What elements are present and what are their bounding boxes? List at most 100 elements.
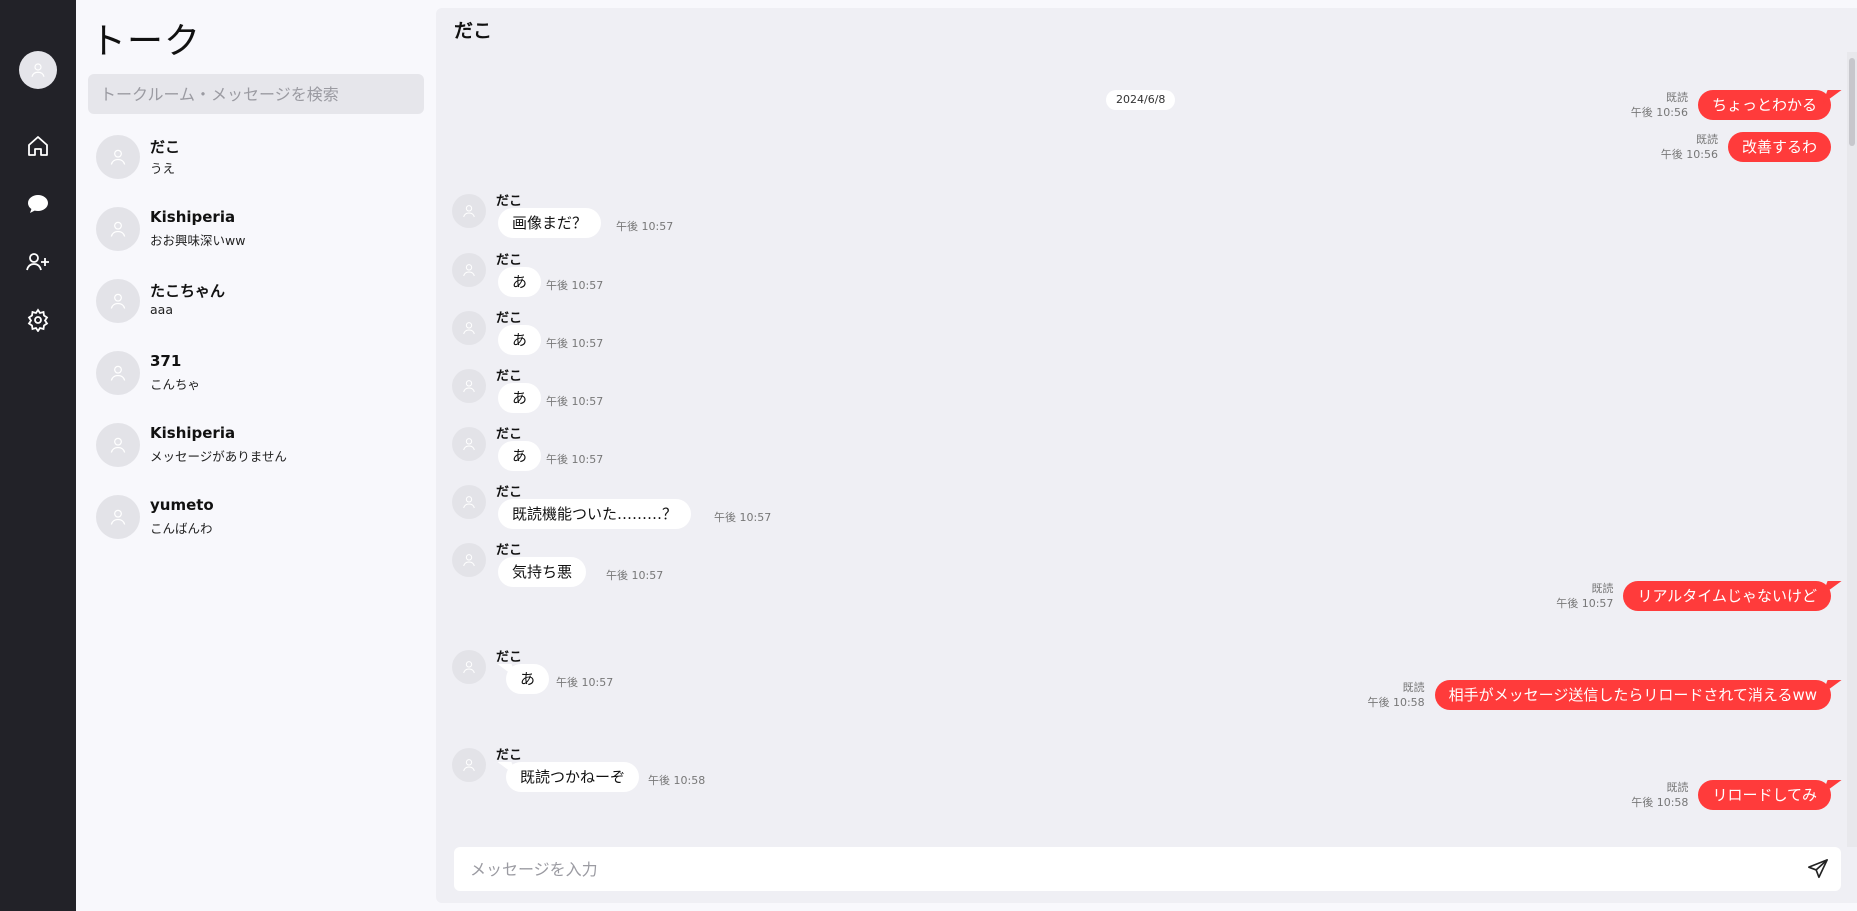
chat-title: だこ: [454, 20, 493, 42]
message-bubble[interactable]: あ: [498, 383, 542, 413]
incoming-message: だこあ午後 10:57: [452, 650, 1152, 700]
message-meta: 既読午後 10:56: [1631, 90, 1688, 120]
room-last-message: おお興味深いww: [150, 233, 246, 248]
user-icon: [463, 205, 475, 218]
room-name: 371: [150, 352, 182, 370]
message-input[interactable]: [470, 847, 1790, 891]
avatar[interactable]: [452, 543, 486, 577]
message-bubble[interactable]: 画像まだ？: [498, 208, 602, 238]
room-name: Kishiperia: [150, 208, 236, 226]
room-last-message: こんばんわ: [150, 521, 213, 536]
avatar[interactable]: [452, 194, 486, 228]
incoming-message: だこあ午後 10:57: [452, 427, 1152, 477]
read-receipt: 既読: [1591, 582, 1614, 595]
room-list-item[interactable]: 371 こんちゃ: [76, 340, 436, 412]
avatar[interactable]: [452, 311, 486, 345]
message-time: 午後 10:57: [616, 220, 674, 233]
add-friend-button[interactable]: [18, 242, 58, 282]
user-icon: [110, 149, 126, 165]
message-bubble[interactable]: あ: [506, 664, 550, 694]
message-bubble[interactable]: リアルタイムじゃないけど: [1623, 581, 1831, 611]
sender-name: だこ: [496, 485, 523, 500]
avatar[interactable]: [452, 650, 486, 684]
sender-name: だこ: [496, 194, 523, 209]
incoming-message: だこ 既読つかねーぞ 午後 10:58: [452, 748, 1152, 798]
avatar[interactable]: [452, 427, 486, 461]
avatar[interactable]: [452, 253, 486, 287]
room-list-item[interactable]: だこ うえ: [76, 124, 436, 196]
message-bubble[interactable]: 既読機能ついた………？: [498, 499, 692, 529]
message-time: 午後 10:56: [1630, 106, 1688, 119]
talk-list-title: トーク: [90, 21, 202, 62]
message-bubble[interactable]: あ: [498, 267, 542, 297]
profile-avatar-button[interactable]: [18, 50, 58, 90]
message-bubble[interactable]: 相手がメッセージ送信したらリロードされて消えるww: [1434, 680, 1831, 710]
talk-search-input[interactable]: [88, 74, 424, 114]
user-icon: [110, 293, 126, 309]
incoming-message: だこ 既読機能ついた………？ 午後 10:57: [452, 485, 1152, 535]
message-scrollbar[interactable]: [1847, 52, 1857, 847]
outgoing-message: 既読 午後 10:58 相手がメッセージ送信したらリロードされて消えるww: [1367, 680, 1831, 710]
message-bubble[interactable]: あ: [498, 325, 542, 355]
room-name: Kishiperia: [150, 424, 236, 442]
avatar: [96, 207, 140, 251]
user-icon: [463, 759, 475, 772]
avatar: [96, 495, 140, 539]
message-bubble[interactable]: あ: [498, 441, 542, 471]
user-icon: [463, 322, 475, 335]
room-list-item[interactable]: たこちゃん aaa: [76, 268, 436, 340]
room-name: たこちゃん: [150, 282, 226, 300]
add-friend-icon: [26, 253, 49, 271]
message-bubble[interactable]: ちょっとわかる: [1697, 90, 1831, 120]
read-receipt: 既読: [1666, 781, 1689, 794]
room-list-item[interactable]: Kishiperia おお興味深いww: [76, 196, 436, 268]
avatar[interactable]: [452, 485, 486, 519]
message-time: 午後 10:58: [1367, 696, 1425, 709]
incoming-message: だこあ午後 10:57: [452, 253, 1152, 303]
message-time: 午後 10:57: [546, 453, 604, 466]
message-time: 午後 10:57: [546, 337, 604, 350]
user-icon: [463, 661, 475, 674]
chat-area: だこ 2024/6/8 既読 午後 10:56 ちょっとわかる 既読 午後 10:56 改…: [436, 8, 1857, 903]
sender-name: だこ: [496, 253, 523, 268]
settings-button[interactable]: [18, 300, 58, 340]
message-bubble[interactable]: 改善するわ: [1727, 132, 1831, 162]
outgoing-message: 既読 午後 10:58 リロードしてみ: [1631, 780, 1831, 810]
user-icon: [110, 221, 126, 237]
room-last-message: aaa: [150, 302, 173, 317]
message-time: 午後 10:57: [546, 279, 604, 292]
sender-name: だこ: [496, 748, 523, 763]
message-time: 午後 10:57: [714, 511, 772, 524]
user-icon: [110, 437, 126, 453]
read-receipt: 既読: [1665, 91, 1688, 104]
incoming-message: だこ 画像まだ？ 午後 10:57: [452, 194, 1152, 244]
outgoing-message: 既読 午後 10:56 改善するわ: [1661, 132, 1831, 162]
message-time: 午後 10:57: [1556, 597, 1614, 610]
user-icon: [19, 51, 57, 89]
nav-rail: [0, 0, 76, 911]
message-bubble[interactable]: 既読つかねーぞ: [506, 762, 640, 792]
message-time: 午後 10:57: [546, 395, 604, 408]
read-receipt: 既読: [1695, 133, 1718, 146]
room-list-item[interactable]: Kishiperia メッセージがありません: [76, 412, 436, 484]
user-icon: [463, 554, 475, 567]
scrollbar-thumb[interactable]: [1849, 58, 1855, 146]
talk-button[interactable]: [18, 184, 58, 224]
user-icon: [110, 509, 126, 525]
room-list-item[interactable]: yumeto こんばんわ: [76, 484, 436, 556]
sender-name: だこ: [496, 650, 523, 665]
avatar[interactable]: [452, 748, 486, 782]
user-icon: [463, 264, 475, 277]
message-bubble[interactable]: リロードしてみ: [1698, 780, 1831, 810]
chat-bubble-icon: [28, 195, 48, 213]
sender-name: だこ: [496, 543, 523, 558]
message-composer: [454, 847, 1841, 891]
room-name: だこ: [150, 138, 181, 156]
message-bubble[interactable]: 気持ち悪: [498, 557, 587, 587]
avatar: [96, 279, 140, 323]
home-button[interactable]: [18, 126, 58, 166]
user-icon: [463, 496, 475, 509]
send-icon[interactable]: [1807, 858, 1829, 880]
avatar[interactable]: [452, 369, 486, 403]
room-last-message: こんちゃ: [150, 377, 201, 392]
